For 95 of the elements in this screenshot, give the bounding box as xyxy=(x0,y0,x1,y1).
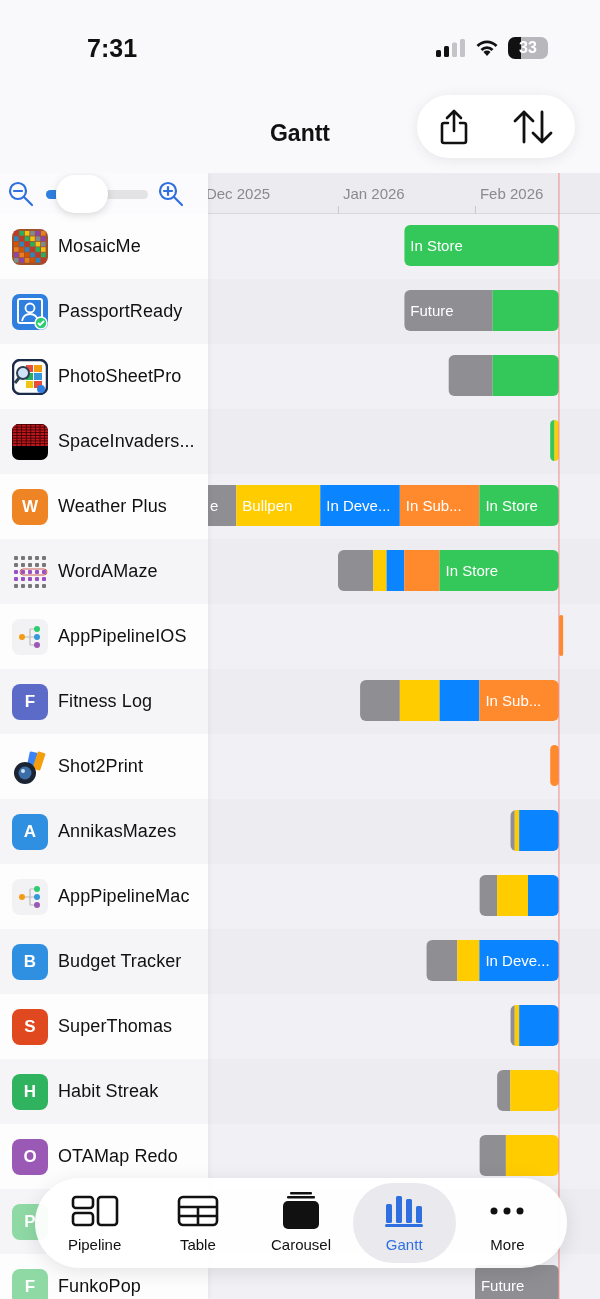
app-icon: H xyxy=(12,1073,48,1110)
timeline-bar[interactable] xyxy=(510,810,515,851)
sort-icon xyxy=(513,109,553,144)
timeline-bar[interactable] xyxy=(550,745,559,786)
app-name: WordAMaze xyxy=(58,561,158,582)
zoom-in-icon xyxy=(158,180,184,207)
timeline-bar[interactable] xyxy=(439,680,480,721)
timeline-bar[interactable] xyxy=(497,1070,511,1111)
app-icon: A xyxy=(12,813,48,850)
timeline-bar[interactable] xyxy=(479,875,498,916)
app-name: SuperThomas xyxy=(58,1016,173,1037)
month-label: Dec 2025 xyxy=(208,185,271,202)
stage-label: e xyxy=(210,497,219,514)
stage-label: In Store xyxy=(485,497,538,514)
timeline-bar[interactable] xyxy=(558,615,564,656)
app-name: FunkoPop xyxy=(58,1276,141,1297)
photo-sheet-icon xyxy=(12,358,48,395)
slider-thumb[interactable] xyxy=(56,174,109,213)
timeline-bar[interactable] xyxy=(404,290,493,331)
columns-icon xyxy=(70,1195,119,1227)
app-icon: W xyxy=(12,488,48,525)
app-name: AnnikasMazes xyxy=(58,821,177,842)
timeline-bar[interactable] xyxy=(208,485,237,526)
app-icon: O xyxy=(12,1138,48,1175)
tab[interactable]: More xyxy=(455,1183,559,1263)
table-icon xyxy=(176,1195,219,1227)
timeline-bar[interactable] xyxy=(399,680,440,721)
stage-label: Bullpen xyxy=(242,497,293,514)
share-icon xyxy=(439,108,469,145)
stage-label: Future xyxy=(410,302,454,319)
app-name: AppPipelineIOS xyxy=(58,626,187,647)
stage-label: In Deve... xyxy=(485,952,550,969)
zoom-out-button[interactable] xyxy=(8,180,34,207)
stage-label: In Sub... xyxy=(405,497,462,514)
screen-title: Gantt xyxy=(269,119,331,147)
tab[interactable]: Gantt xyxy=(352,1183,456,1263)
app-name: MosaicMe xyxy=(58,236,141,257)
timeline-bar[interactable] xyxy=(426,940,458,981)
zoom-out-icon xyxy=(8,180,34,207)
timeline-bar[interactable] xyxy=(399,485,480,526)
timeline-bar[interactable] xyxy=(479,680,559,721)
app-name: PassportReady xyxy=(58,301,183,322)
month-label: Jan 2026 xyxy=(342,185,405,202)
letter-grid-icon xyxy=(12,553,48,590)
app-name: Weather Plus xyxy=(58,496,167,517)
app-name: Shot2Print xyxy=(58,756,144,777)
app-name: Budget Tracker xyxy=(58,951,182,972)
timeline-bar[interactable] xyxy=(404,225,559,266)
timeline-bar[interactable] xyxy=(236,485,321,526)
app-icon: F xyxy=(12,1268,48,1299)
timeline-bar[interactable] xyxy=(479,485,559,526)
app-icon: S xyxy=(12,1008,48,1045)
app-name: Fitness Log xyxy=(58,691,153,712)
timeline-bar[interactable] xyxy=(514,1005,520,1046)
timeline-bar[interactable] xyxy=(514,810,520,851)
tab[interactable]: Table xyxy=(146,1183,250,1263)
timeline-bar[interactable] xyxy=(337,550,374,591)
tab[interactable]: Carousel xyxy=(249,1183,353,1263)
wifi-icon xyxy=(475,38,499,57)
app-icon: B xyxy=(12,943,48,980)
app-name: Habit Streak xyxy=(58,1081,159,1102)
bar-chart-icon xyxy=(384,1194,425,1228)
stage-label: Future xyxy=(480,1277,525,1294)
stack-icon xyxy=(282,1192,320,1230)
timeline-bar[interactable] xyxy=(474,1265,559,1299)
timeline-bar[interactable] xyxy=(479,940,559,981)
month-label: Feb 2026 xyxy=(479,185,544,202)
app-name: PhotoSheetPro xyxy=(58,366,182,387)
timeline-bar[interactable] xyxy=(479,1135,506,1176)
grid-icon xyxy=(12,423,48,460)
stage-label: In Deve... xyxy=(326,497,391,514)
app-name: SpaceInvaders... xyxy=(58,431,195,452)
signal-icon xyxy=(436,38,466,57)
time: 7:31 xyxy=(87,34,138,63)
zoom-in-button[interactable] xyxy=(158,180,184,207)
app-icon: F xyxy=(12,683,48,720)
timeline-bar[interactable] xyxy=(457,940,480,981)
tree-icon xyxy=(12,618,48,655)
timeline-bar[interactable] xyxy=(448,355,493,396)
app-name: AppPipelineMac xyxy=(58,886,190,907)
tree-icon xyxy=(12,878,48,915)
portrait-icon xyxy=(12,293,48,330)
more-icon xyxy=(490,1207,525,1215)
timeline-bar[interactable] xyxy=(510,1005,515,1046)
timeline-bar[interactable] xyxy=(439,550,559,591)
stage-label: In Store xyxy=(410,237,463,254)
mosaic-icon xyxy=(12,228,48,265)
camera-icon xyxy=(12,748,48,785)
app-name: OTAMap Redo xyxy=(58,1146,178,1167)
timeline-bar[interactable] xyxy=(373,550,387,591)
stage-label: In Sub... xyxy=(485,692,542,709)
timeline-bar[interactable] xyxy=(320,485,400,526)
zoom-slider[interactable] xyxy=(46,174,148,213)
timeline-bar[interactable] xyxy=(550,420,555,461)
stage-label: In Store xyxy=(445,562,499,579)
